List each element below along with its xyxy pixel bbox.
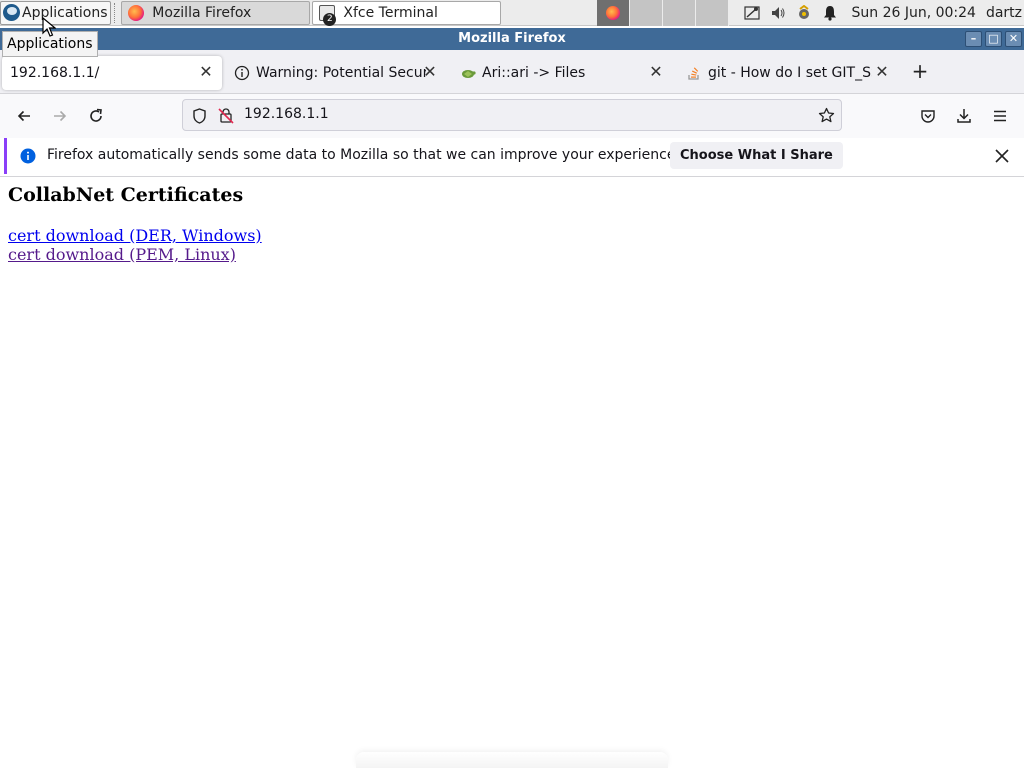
taskbar-item-label: Mozilla Firefox (152, 4, 252, 21)
address-bar[interactable]: 192.168.1.1 (182, 99, 842, 131)
der-cert-download-link[interactable]: cert download (DER, Windows) (8, 226, 262, 245)
window-titlebar[interactable]: Mozilla Firefox – □ ✕ (0, 28, 1024, 50)
download-icon (957, 109, 971, 123)
panel-separator (113, 2, 120, 23)
data-collection-notification: Firefox automatically sends some data to… (4, 138, 1020, 174)
firefox-icon (128, 4, 145, 21)
tab-router[interactable]: 192.168.1.1/ ✕ (2, 56, 222, 90)
app-menu-button[interactable] (988, 104, 1012, 128)
pem-cert-download-link[interactable]: cert download (PEM, Linux) (8, 245, 262, 264)
pocket-button[interactable] (916, 104, 940, 128)
status-panel (356, 752, 668, 768)
minimize-button[interactable]: – (965, 31, 982, 47)
turtle-icon (462, 70, 476, 78)
taskbar-item-terminal[interactable]: 2 Xfce Terminal (312, 0, 502, 26)
pocket-icon (921, 110, 935, 123)
notification-message: Firefox automatically sends some data to… (47, 147, 680, 163)
navigation-toolbar: 192.168.1.1 (0, 94, 1024, 138)
system-tray (743, 4, 839, 22)
close-tab-icon[interactable]: ✕ (648, 64, 664, 80)
close-window-button[interactable]: ✕ (1005, 31, 1022, 47)
page-content: CollabNet Certificates cert download (DE… (8, 184, 262, 264)
tab-ari-files[interactable]: Ari::ari -> Files ✕ (452, 56, 672, 90)
workspace-switcher (597, 0, 730, 26)
top-panel: Applications Mozilla Firefox 2 Xfce Term… (0, 0, 1024, 26)
maximize-button[interactable]: □ (985, 31, 1002, 47)
workspace-4[interactable] (696, 0, 730, 26)
reload-icon (90, 108, 102, 122)
tab-title: 192.168.1.1/ (10, 65, 100, 81)
user-name[interactable]: dartz (986, 5, 1024, 21)
workspace-3[interactable] (663, 0, 697, 26)
new-tab-button[interactable]: + (909, 60, 931, 82)
updates-icon[interactable] (795, 4, 813, 22)
close-notification-icon[interactable] (992, 146, 1012, 166)
content-divider (0, 176, 1024, 177)
taskbar-item-firefox[interactable]: Mozilla Firefox (121, 0, 311, 25)
window-title: Mozilla Firefox (458, 31, 566, 46)
downloads-button[interactable] (952, 104, 976, 128)
url-text[interactable]: 192.168.1.1 (244, 106, 329, 122)
close-tab-icon[interactable]: ✕ (198, 64, 214, 80)
page-heading: CollabNet Certificates (8, 184, 244, 206)
bookmark-star-icon[interactable] (818, 107, 835, 124)
clock[interactable]: Sun 26 Jun, 00:24 (851, 5, 975, 21)
taskbar-item-label: Xfce Terminal (343, 4, 438, 21)
workspace-1[interactable] (597, 0, 631, 26)
notification-bell-icon[interactable] (821, 4, 839, 22)
tracking-protection-shield-icon[interactable] (192, 108, 207, 124)
hamburger-menu-icon (994, 110, 1006, 122)
tab-git-question[interactable]: git - How do I set GIT_SSH ✕ (678, 56, 898, 90)
firefox-icon (606, 5, 621, 20)
back-button[interactable] (12, 104, 36, 128)
mouse-cursor-icon (42, 17, 56, 37)
reload-button[interactable] (84, 104, 108, 128)
back-arrow-icon (17, 110, 30, 122)
insecure-lock-icon[interactable] (218, 107, 234, 124)
forward-arrow-icon (54, 110, 67, 122)
tab-title: Warning: Potential Securi (256, 65, 426, 81)
tab-title: Ari::ari -> Files (482, 65, 586, 81)
tab-strip: 192.168.1.1/ ✕ Warning: Potential Securi… (0, 50, 1024, 94)
workspace-2[interactable] (630, 0, 664, 26)
stackoverflow-icon (688, 67, 699, 80)
forward-button[interactable] (48, 104, 72, 128)
volume-icon[interactable] (769, 4, 787, 22)
choose-what-i-share-button[interactable]: Choose What I Share (670, 142, 843, 169)
xfce-logo-icon (3, 4, 20, 21)
close-tab-icon[interactable]: ✕ (422, 64, 438, 80)
close-tab-icon[interactable]: ✕ (874, 64, 890, 80)
network-icon[interactable] (743, 4, 761, 22)
applications-menu-label: Applications (22, 4, 108, 21)
tab-title: git - How do I set GIT_SSH (708, 65, 872, 81)
tab-warning[interactable]: Warning: Potential Securi ✕ (226, 56, 446, 90)
window-count-badge: 2 (323, 12, 337, 26)
info-icon (234, 65, 250, 81)
info-icon (20, 148, 36, 164)
